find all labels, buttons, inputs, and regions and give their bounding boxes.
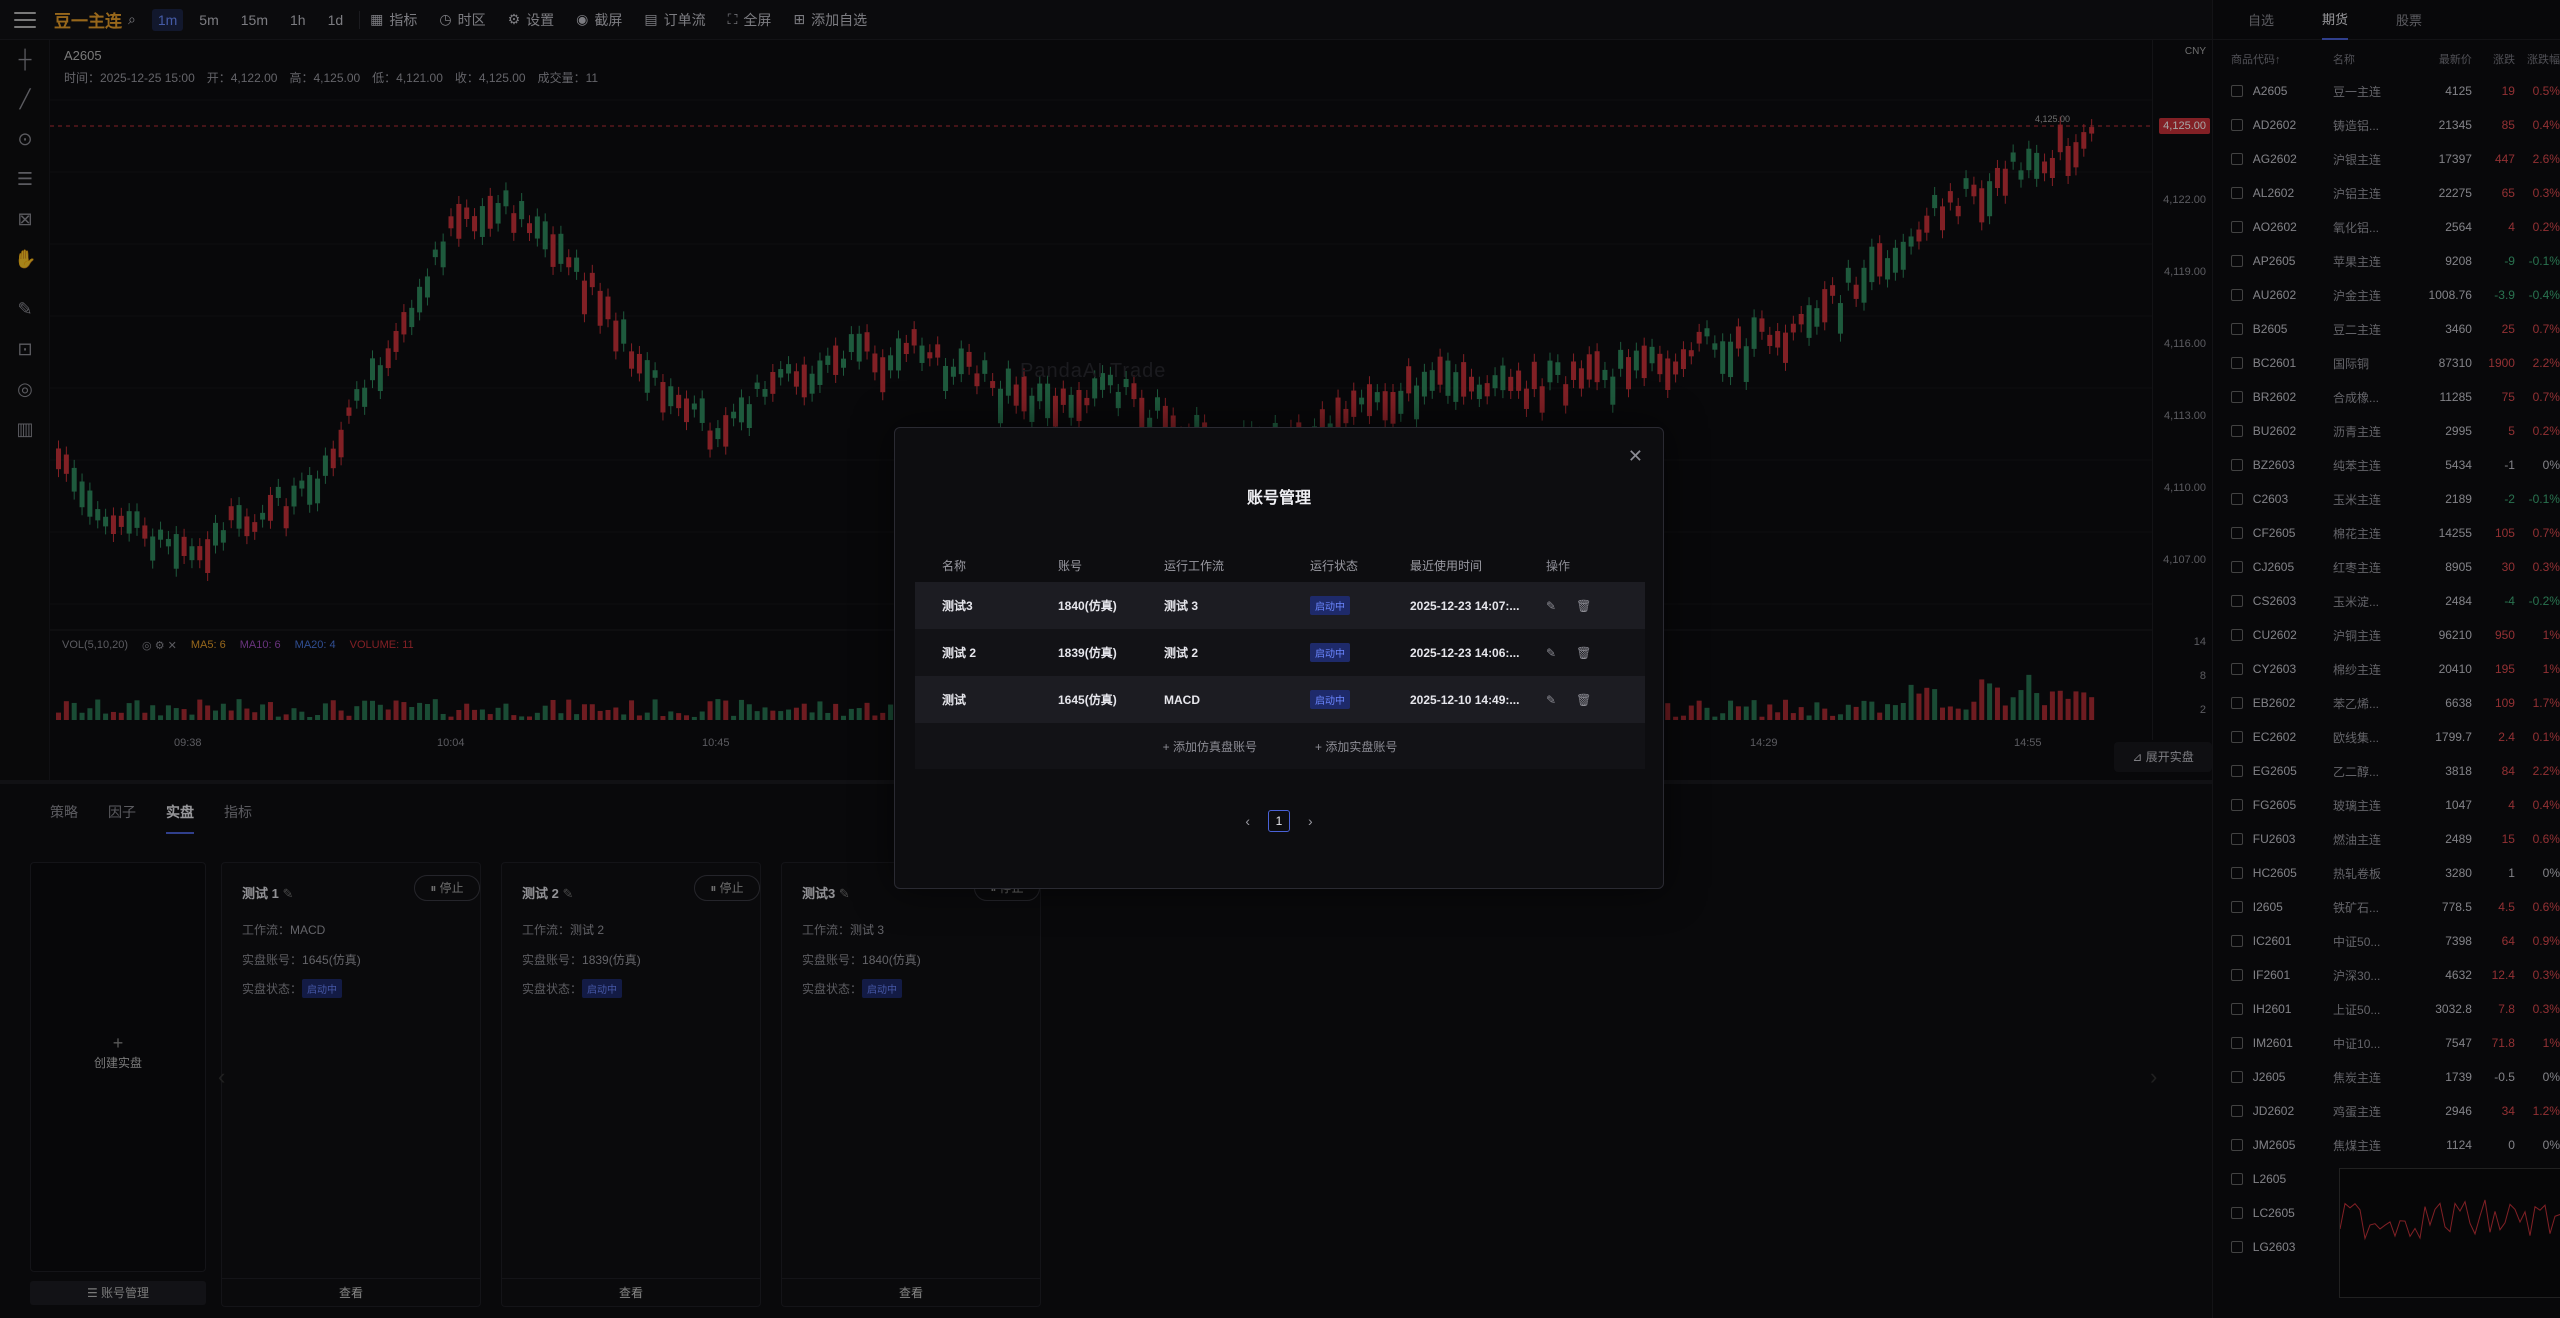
status-badge: 启动中 <box>1310 596 1350 615</box>
pagination: ‹ 1 › <box>895 810 1663 832</box>
row-workflow: 测试 3 <box>1164 599 1199 613</box>
prev-page-icon[interactable]: ‹ <box>1245 813 1250 829</box>
row-account: 1645(仿真) <box>1058 693 1117 707</box>
table-row[interactable]: 测试 1645(仿真) MACD 启动中 2025-12-10 14:49:..… <box>915 676 1645 723</box>
row-time: 2025-12-23 14:06:... <box>1410 645 1520 660</box>
edit-icon[interactable]: ✎ <box>1546 693 1556 707</box>
add-real-account-button[interactable]: + 添加实盘账号 <box>1315 738 1397 755</box>
account-table: 名称 账号 运行工作流 运行状态 最近使用时间 操作 测试3 1840(仿真) … <box>915 548 1645 769</box>
next-page-icon[interactable]: › <box>1308 813 1313 829</box>
row-workflow: 测试 2 <box>1164 646 1199 660</box>
col-actions: 操作 <box>1546 558 1571 573</box>
row-account: 1840(仿真) <box>1058 599 1117 613</box>
trash-icon[interactable]: 🗑 <box>1576 646 1591 660</box>
edit-icon[interactable]: ✎ <box>1546 646 1556 660</box>
col-time: 最近使用时间 <box>1410 558 1483 573</box>
add-account-row: + 添加仿真盘账号 + 添加实盘账号 <box>915 723 1645 769</box>
row-name: 测试 <box>942 693 967 707</box>
col-workflow: 运行工作流 <box>1164 558 1225 573</box>
status-badge: 启动中 <box>1310 690 1350 709</box>
col-name: 名称 <box>942 558 967 573</box>
row-workflow: MACD <box>1164 692 1200 707</box>
status-badge: 启动中 <box>1310 643 1350 662</box>
account-manage-modal: ✕ 账号管理 名称 账号 运行工作流 运行状态 最近使用时间 操作 测试3 18… <box>894 427 1664 889</box>
table-row[interactable]: 测试3 1840(仿真) 测试 3 启动中 2025-12-23 14:07:.… <box>915 582 1645 629</box>
table-row[interactable]: 测试 2 1839(仿真) 测试 2 启动中 2025-12-23 14:06:… <box>915 629 1645 676</box>
row-time: 2025-12-23 14:07:... <box>1410 598 1520 613</box>
close-icon[interactable]: ✕ <box>1628 446 1643 467</box>
modal-title: 账号管理 <box>1246 490 1311 507</box>
row-name: 测试 2 <box>942 646 977 660</box>
row-name: 测试3 <box>942 599 973 613</box>
trash-icon[interactable]: 🗑 <box>1576 599 1591 613</box>
row-time: 2025-12-10 14:49:... <box>1410 692 1520 707</box>
col-status: 运行状态 <box>1310 558 1359 573</box>
edit-icon[interactable]: ✎ <box>1546 599 1556 613</box>
account-table-header: 名称 账号 运行工作流 运行状态 最近使用时间 操作 <box>915 548 1645 582</box>
col-account: 账号 <box>1058 558 1083 573</box>
current-page[interactable]: 1 <box>1268 810 1290 832</box>
add-sim-account-button[interactable]: + 添加仿真盘账号 <box>1163 738 1257 755</box>
trash-icon[interactable]: 🗑 <box>1576 693 1591 707</box>
row-account: 1839(仿真) <box>1058 646 1117 660</box>
